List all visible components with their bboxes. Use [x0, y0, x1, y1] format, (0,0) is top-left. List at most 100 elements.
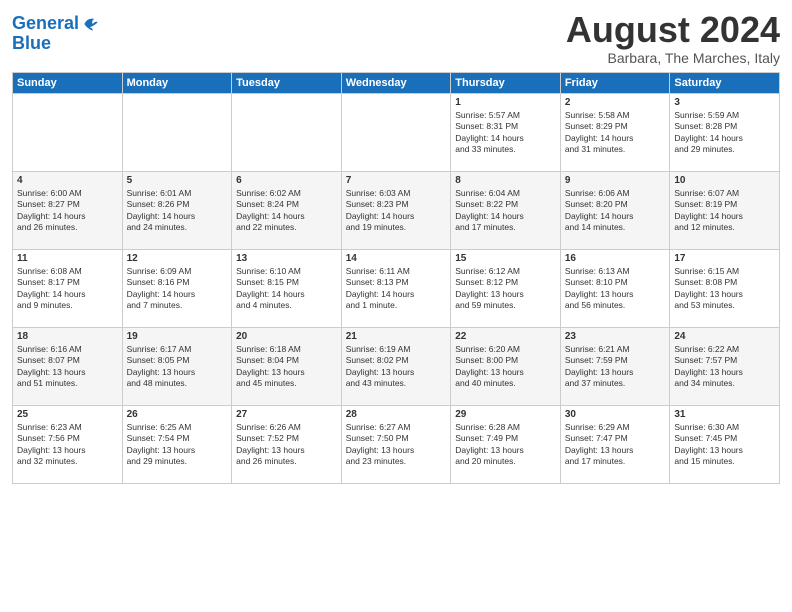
- day-info: Sunrise: 6:08 AM Sunset: 8:17 PM Dayligh…: [17, 266, 118, 312]
- day-info: Sunrise: 5:58 AM Sunset: 8:29 PM Dayligh…: [565, 110, 666, 156]
- day-info: Sunrise: 6:07 AM Sunset: 8:19 PM Dayligh…: [674, 188, 775, 234]
- title-block: August 2024 Barbara, The Marches, Italy: [566, 10, 780, 66]
- day-number: 29: [455, 409, 556, 420]
- day-number: 4: [17, 175, 118, 186]
- day-info: Sunrise: 6:19 AM Sunset: 8:02 PM Dayligh…: [346, 344, 447, 390]
- calendar-table: Sunday Monday Tuesday Wednesday Thursday…: [12, 72, 780, 484]
- day-number: 30: [565, 409, 666, 420]
- day-number: 20: [236, 331, 337, 342]
- day-number: 18: [17, 331, 118, 342]
- header-monday: Monday: [122, 72, 232, 93]
- day-number: 15: [455, 253, 556, 264]
- day-info: Sunrise: 6:04 AM Sunset: 8:22 PM Dayligh…: [455, 188, 556, 234]
- calendar-cell: 21 Sunrise: 6:19 AM Sunset: 8:02 PM Dayli…: [341, 327, 451, 405]
- logo-icon: [81, 14, 101, 34]
- day-number: 22: [455, 331, 556, 342]
- day-info: Sunrise: 6:18 AM Sunset: 8:04 PM Dayligh…: [236, 344, 337, 390]
- day-number: 3: [674, 97, 775, 108]
- calendar-cell: 1 Sunrise: 5:57 AM Sunset: 8:31 PM Daylig…: [451, 93, 561, 171]
- day-info: Sunrise: 6:22 AM Sunset: 7:57 PM Dayligh…: [674, 344, 775, 390]
- month-year-title: August 2024: [566, 10, 780, 50]
- calendar-cell: 30Sunrise: 6:29 AM Sunset: 7:47 PM Dayli…: [560, 405, 670, 483]
- calendar-cell: 24 Sunrise: 6:22 AM Sunset: 7:57 PM Dayli…: [670, 327, 780, 405]
- calendar-cell: 23 Sunrise: 6:21 AM Sunset: 7:59 PM Dayli…: [560, 327, 670, 405]
- calendar-cell: 15 Sunrise: 6:12 AM Sunset: 8:12 PM Dayli…: [451, 249, 561, 327]
- day-number: 12: [127, 253, 228, 264]
- day-number: 14: [346, 253, 447, 264]
- calendar-cell: 26Sunrise: 6:25 AM Sunset: 7:54 PM Dayli…: [122, 405, 232, 483]
- calendar-cell: 19Sunrise: 6:17 AM Sunset: 8:05 PM Dayli…: [122, 327, 232, 405]
- day-info: Sunrise: 6:27 AM Sunset: 7:50 PM Dayligh…: [346, 422, 447, 468]
- calendar-cell: 2Sunrise: 5:58 AM Sunset: 8:29 PM Daylig…: [560, 93, 670, 171]
- day-number: 16: [565, 253, 666, 264]
- calendar-cell: 9Sunrise: 6:06 AM Sunset: 8:20 PM Daylig…: [560, 171, 670, 249]
- day-info: Sunrise: 6:25 AM Sunset: 7:54 PM Dayligh…: [127, 422, 228, 468]
- header-saturday: Saturday: [670, 72, 780, 93]
- calendar-cell: 22 Sunrise: 6:20 AM Sunset: 8:00 PM Dayli…: [451, 327, 561, 405]
- day-info: Sunrise: 6:28 AM Sunset: 7:49 PM Dayligh…: [455, 422, 556, 468]
- calendar-cell: 5 Sunrise: 6:01 AM Sunset: 8:26 PM Daylig…: [122, 171, 232, 249]
- day-info: Sunrise: 6:03 AM Sunset: 8:23 PM Dayligh…: [346, 188, 447, 234]
- day-info: Sunrise: 6:01 AM Sunset: 8:26 PM Dayligh…: [127, 188, 228, 234]
- day-number: 8: [455, 175, 556, 186]
- calendar-cell: 27Sunrise: 6:26 AM Sunset: 7:52 PM Dayli…: [232, 405, 342, 483]
- day-number: 24: [674, 331, 775, 342]
- calendar-cell: [341, 93, 451, 171]
- calendar-container: General Blue August 2024 Barbara, The Ma…: [0, 0, 792, 494]
- calendar-cell: 4Sunrise: 6:00 AM Sunset: 8:27 PM Daylig…: [13, 171, 123, 249]
- day-number: 6: [236, 175, 337, 186]
- day-number: 5: [127, 175, 228, 186]
- day-info: Sunrise: 6:13 AM Sunset: 8:10 PM Dayligh…: [565, 266, 666, 312]
- day-number: 25: [17, 409, 118, 420]
- calendar-cell: [13, 93, 123, 171]
- header-row: General Blue August 2024 Barbara, The Ma…: [12, 10, 780, 66]
- calendar-cell: 18 Sunrise: 6:16 AM Sunset: 8:07 PM Dayli…: [13, 327, 123, 405]
- calendar-week-5: 25 Sunrise: 6:23 AM Sunset: 7:56 PM Dayli…: [13, 405, 780, 483]
- header-tuesday: Tuesday: [232, 72, 342, 93]
- header-friday: Friday: [560, 72, 670, 93]
- day-info: Sunrise: 6:11 AM Sunset: 8:13 PM Dayligh…: [346, 266, 447, 312]
- header-sunday: Sunday: [13, 72, 123, 93]
- day-number: 13: [236, 253, 337, 264]
- day-number: 23: [565, 331, 666, 342]
- calendar-cell: [122, 93, 232, 171]
- calendar-week-3: 11 Sunrise: 6:08 AM Sunset: 8:17 PM Dayli…: [13, 249, 780, 327]
- day-number: 21: [346, 331, 447, 342]
- calendar-cell: 14 Sunrise: 6:11 AM Sunset: 8:13 PM Dayli…: [341, 249, 451, 327]
- location-subtitle: Barbara, The Marches, Italy: [566, 50, 780, 66]
- day-info: Sunrise: 6:06 AM Sunset: 8:20 PM Dayligh…: [565, 188, 666, 234]
- day-info: Sunrise: 6:12 AM Sunset: 8:12 PM Dayligh…: [455, 266, 556, 312]
- header-thursday: Thursday: [451, 72, 561, 93]
- calendar-cell: 29 Sunrise: 6:28 AM Sunset: 7:49 PM Dayli…: [451, 405, 561, 483]
- day-info: Sunrise: 6:15 AM Sunset: 8:08 PM Dayligh…: [674, 266, 775, 312]
- calendar-cell: 6 Sunrise: 6:02 AM Sunset: 8:24 PM Daylig…: [232, 171, 342, 249]
- day-number: 1: [455, 97, 556, 108]
- logo-text-general: General: [12, 14, 79, 34]
- day-info: Sunrise: 6:20 AM Sunset: 8:00 PM Dayligh…: [455, 344, 556, 390]
- logo: General Blue: [12, 14, 101, 54]
- day-info: Sunrise: 6:26 AM Sunset: 7:52 PM Dayligh…: [236, 422, 337, 468]
- header-wednesday: Wednesday: [341, 72, 451, 93]
- day-number: 7: [346, 175, 447, 186]
- calendar-header-row: Sunday Monday Tuesday Wednesday Thursday…: [13, 72, 780, 93]
- calendar-cell: 20 Sunrise: 6:18 AM Sunset: 8:04 PM Dayli…: [232, 327, 342, 405]
- day-number: 11: [17, 253, 118, 264]
- calendar-cell: 16 Sunrise: 6:13 AM Sunset: 8:10 PM Dayli…: [560, 249, 670, 327]
- day-info: Sunrise: 6:30 AM Sunset: 7:45 PM Dayligh…: [674, 422, 775, 468]
- day-number: 31: [674, 409, 775, 420]
- day-info: Sunrise: 6:16 AM Sunset: 8:07 PM Dayligh…: [17, 344, 118, 390]
- day-info: Sunrise: 5:59 AM Sunset: 8:28 PM Dayligh…: [674, 110, 775, 156]
- calendar-cell: 7 Sunrise: 6:03 AM Sunset: 8:23 PM Daylig…: [341, 171, 451, 249]
- day-number: 28: [346, 409, 447, 420]
- calendar-week-1: 1 Sunrise: 5:57 AM Sunset: 8:31 PM Daylig…: [13, 93, 780, 171]
- calendar-cell: 25 Sunrise: 6:23 AM Sunset: 7:56 PM Dayli…: [13, 405, 123, 483]
- day-number: 17: [674, 253, 775, 264]
- calendar-cell: 28 Sunrise: 6:27 AM Sunset: 7:50 PM Dayli…: [341, 405, 451, 483]
- day-info: Sunrise: 5:57 AM Sunset: 8:31 PM Dayligh…: [455, 110, 556, 156]
- calendar-cell: 12Sunrise: 6:09 AM Sunset: 8:16 PM Dayli…: [122, 249, 232, 327]
- day-info: Sunrise: 6:21 AM Sunset: 7:59 PM Dayligh…: [565, 344, 666, 390]
- day-info: Sunrise: 6:02 AM Sunset: 8:24 PM Dayligh…: [236, 188, 337, 234]
- day-info: Sunrise: 6:23 AM Sunset: 7:56 PM Dayligh…: [17, 422, 118, 468]
- day-info: Sunrise: 6:17 AM Sunset: 8:05 PM Dayligh…: [127, 344, 228, 390]
- calendar-cell: 8 Sunrise: 6:04 AM Sunset: 8:22 PM Daylig…: [451, 171, 561, 249]
